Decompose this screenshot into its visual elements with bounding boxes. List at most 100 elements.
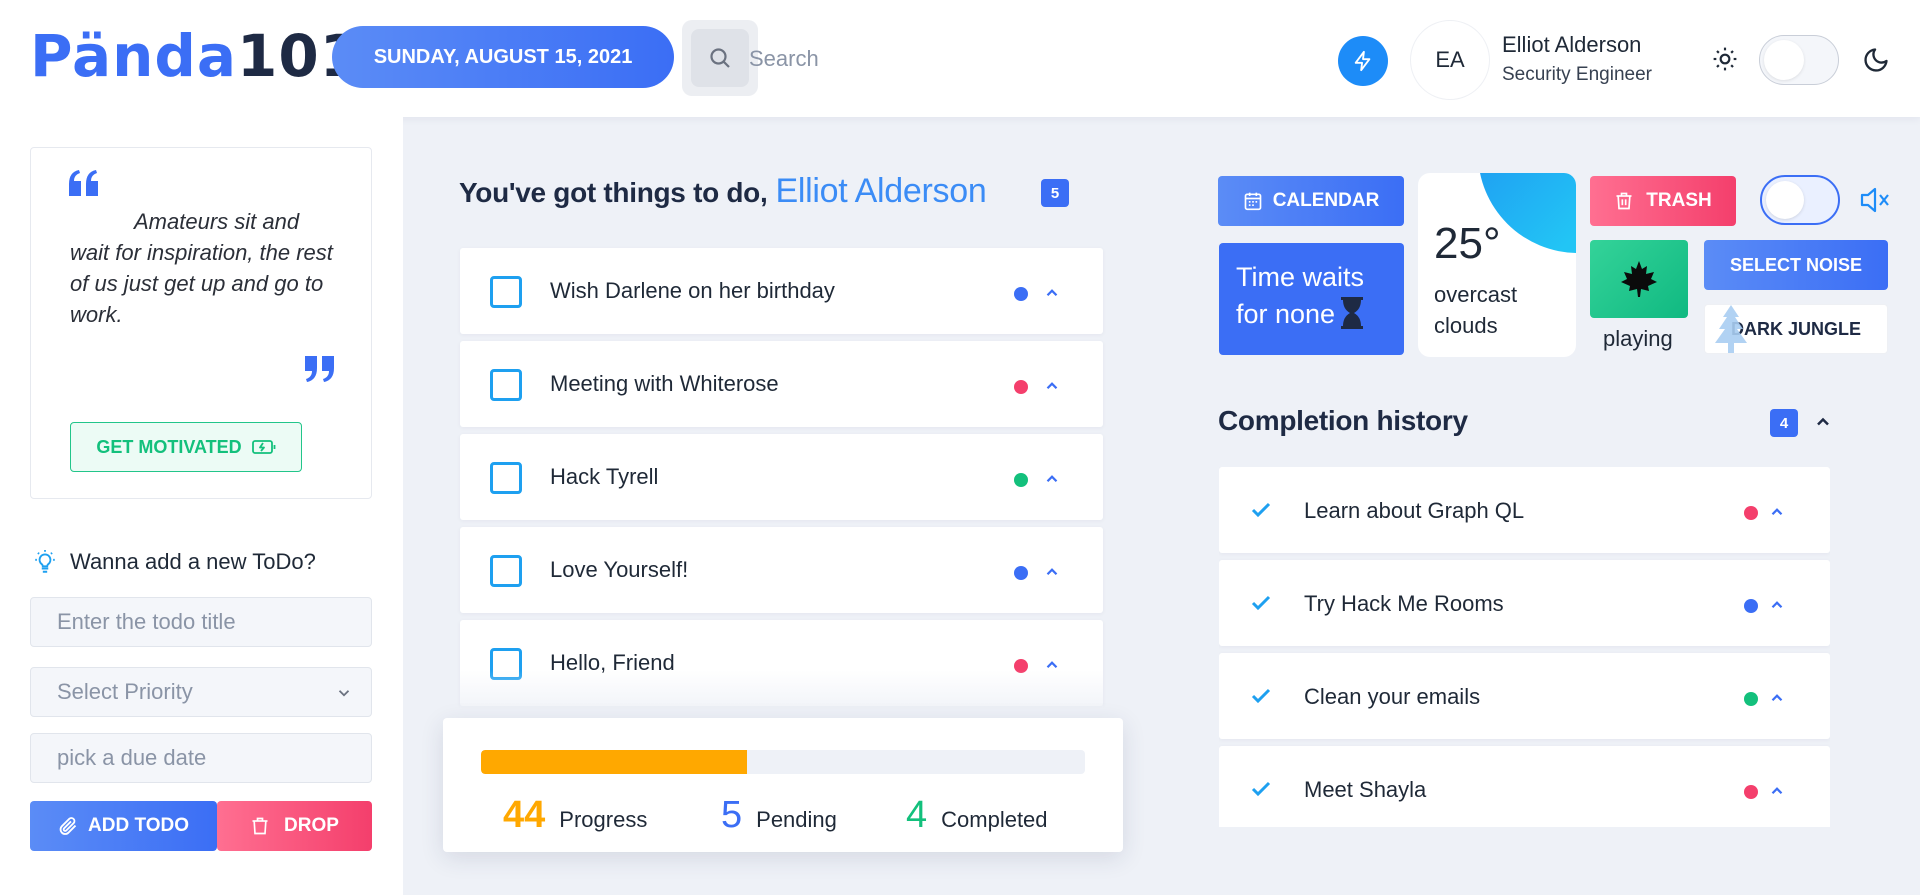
progress-label: Progress xyxy=(559,807,648,832)
history-item[interactable]: Meet Shayla xyxy=(1219,746,1830,827)
priority-select[interactable]: Select Priority xyxy=(30,667,372,717)
toggle-knob xyxy=(1764,40,1804,80)
chevron-up-icon[interactable] xyxy=(1768,503,1786,521)
app-logo[interactable]: Pända101 xyxy=(30,22,361,90)
left-sidebar: Amateurs sit and wait for inspiration, t… xyxy=(0,117,403,895)
todo-item[interactable]: Meeting with Whiterose xyxy=(460,341,1103,427)
weather-description: overcast clouds xyxy=(1434,282,1518,338)
search-icon xyxy=(710,48,730,68)
notifications-button[interactable] xyxy=(1338,36,1388,86)
todo-checkbox[interactable] xyxy=(490,276,522,308)
chevron-up-icon[interactable] xyxy=(1043,470,1061,488)
priority-dot xyxy=(1744,785,1758,799)
date-pill[interactable]: SUNDAY, AUGUST 15, 2021 xyxy=(332,26,674,88)
completed-value: 4 xyxy=(906,794,928,836)
todo-text: Wish Darlene on her birthday xyxy=(550,278,835,303)
progress-value: 44 xyxy=(503,794,546,836)
time-text-line2: for none xyxy=(1236,299,1336,329)
battery-icon xyxy=(251,440,276,454)
chevron-up-icon[interactable] xyxy=(1043,377,1061,395)
chevron-up-icon[interactable] xyxy=(1813,412,1833,432)
trash-icon xyxy=(252,817,268,835)
get-motivated-button[interactable]: GET MOTIVATED xyxy=(70,422,302,472)
todo-item[interactable]: Hack Tyrell xyxy=(460,434,1103,520)
greeting-text: You've got things to do, xyxy=(459,177,768,208)
history-item[interactable]: Clean your emails xyxy=(1219,653,1830,739)
chevron-up-icon[interactable] xyxy=(1768,782,1786,800)
progress-stat: 44 Progress xyxy=(503,794,647,837)
todo-item[interactable]: Love Yourself! xyxy=(460,527,1103,613)
quote-open-icon xyxy=(69,170,98,196)
check-icon xyxy=(1251,781,1271,797)
toggle-knob xyxy=(1766,181,1804,219)
todo-checkbox[interactable] xyxy=(490,555,522,587)
lightbulb-icon xyxy=(35,550,55,573)
history-text: Clean your emails xyxy=(1304,684,1481,709)
todo-count-badge: 5 xyxy=(1041,179,1069,207)
pending-stat: 5 Pending xyxy=(721,794,837,837)
todo-title-placeholder: Enter the todo title xyxy=(57,609,236,634)
todo-checkbox[interactable] xyxy=(490,369,522,401)
user-role: Security Engineer xyxy=(1502,64,1652,85)
priority-dot xyxy=(1014,380,1028,394)
todo-title-input[interactable]: Enter the todo title xyxy=(30,597,372,647)
drop-label: DROP xyxy=(284,815,339,836)
completed-stat: 4 Completed xyxy=(906,794,1048,837)
quote-card: Amateurs sit and wait for inspiration, t… xyxy=(30,147,372,499)
priority-dot xyxy=(1014,566,1028,580)
add-todo-button[interactable]: ADD TODO xyxy=(30,801,217,851)
priority-dot xyxy=(1014,473,1028,487)
moon-icon xyxy=(1864,48,1888,72)
paperclip-icon xyxy=(59,817,77,835)
noise-playing-card[interactable] xyxy=(1590,240,1688,318)
history-item[interactable]: Learn about Graph QL xyxy=(1219,467,1830,553)
history-text: Try Hack Me Rooms xyxy=(1304,591,1504,616)
time-card: Time waits for none xyxy=(1219,243,1404,355)
get-motivated-label: GET MOTIVATED xyxy=(96,436,242,457)
history-item[interactable]: Try Hack Me Rooms xyxy=(1219,560,1830,646)
sun-icon xyxy=(1713,47,1737,71)
due-date-input[interactable]: pick a due date xyxy=(30,733,372,783)
drop-button[interactable]: DROP xyxy=(217,801,372,851)
chevron-up-icon[interactable] xyxy=(1043,563,1061,581)
theme-toggle[interactable] xyxy=(1759,35,1839,85)
chevron-up-icon[interactable] xyxy=(1768,689,1786,707)
calendar-icon xyxy=(1244,192,1262,211)
check-icon xyxy=(1251,688,1271,704)
select-noise-button[interactable]: SELECT NOISE xyxy=(1704,240,1888,290)
noise-option[interactable]: DARK JUNGLE xyxy=(1704,304,1888,354)
todo-text: Love Yourself! xyxy=(550,557,689,582)
progress-fill xyxy=(481,750,747,774)
progress-bar xyxy=(481,750,1085,774)
progress-card: 44 Progress 5 Pending 4 Completed xyxy=(443,718,1123,852)
playing-status: playing xyxy=(1603,326,1673,351)
history-count-badge: 4 xyxy=(1770,409,1798,437)
new-todo-label: Wanna add a new ToDo? xyxy=(70,549,316,574)
completion-history-title: Completion history xyxy=(1218,405,1468,436)
mute-icon[interactable] xyxy=(1860,186,1890,214)
tree-icon xyxy=(1715,305,1747,353)
bolt-icon xyxy=(1354,50,1371,72)
weather-card: 25° overcast clouds xyxy=(1418,173,1576,357)
chevron-up-icon[interactable] xyxy=(1768,596,1786,614)
user-name: Elliot Alderson xyxy=(1502,32,1642,57)
chevron-up-icon[interactable] xyxy=(1043,284,1061,302)
chevron-down-icon xyxy=(338,690,350,697)
completion-history-list: Learn about Graph QL Try Hack Me Rooms C… xyxy=(1219,467,1830,827)
top-header: Pända101 SUNDAY, AUGUST 15, 2021 EA Elli… xyxy=(0,0,1920,117)
trash-button[interactable]: TRASH xyxy=(1590,176,1736,226)
add-todo-label: ADD TODO xyxy=(88,815,189,836)
quote-close-icon xyxy=(305,356,334,382)
calendar-button[interactable]: CALENDAR xyxy=(1218,176,1404,226)
search-button[interactable] xyxy=(682,20,758,96)
todo-item[interactable]: Wish Darlene on her birthday xyxy=(460,248,1103,334)
trash-label: TRASH xyxy=(1646,190,1712,211)
search-input[interactable] xyxy=(749,40,1169,78)
history-text: Meet Shayla xyxy=(1304,777,1427,802)
priority-dot xyxy=(1014,287,1028,301)
noise-toggle[interactable] xyxy=(1760,175,1840,225)
todo-checkbox[interactable] xyxy=(490,462,522,494)
logo-part1: Pända xyxy=(30,22,238,90)
todo-list: Wish Darlene on her birthday Meeting wit… xyxy=(460,248,1103,713)
avatar[interactable]: EA xyxy=(1410,20,1490,100)
